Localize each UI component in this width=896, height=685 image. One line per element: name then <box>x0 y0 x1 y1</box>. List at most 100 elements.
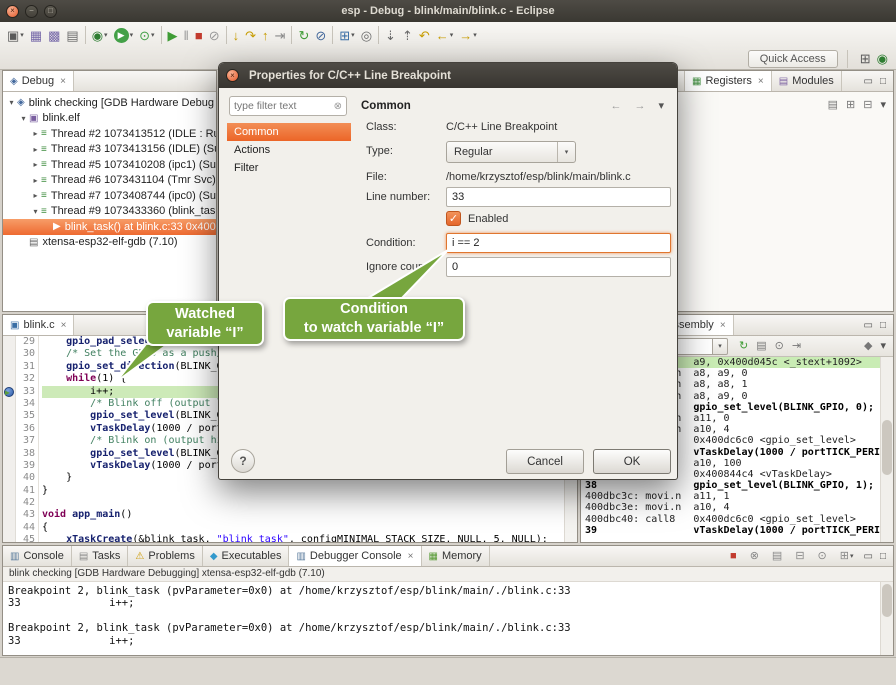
filter-input[interactable] <box>234 100 334 112</box>
refresh-button[interactable]: ↻ <box>736 336 751 356</box>
debug-tree-item[interactable]: ▸≡Thread #2 1073413512 (IDLE : Runn <box>3 126 216 142</box>
tree-expander-icon[interactable]: ▾ <box>6 98 17 107</box>
ignore-count-input[interactable] <box>446 257 671 277</box>
pin-console-button[interactable]: ⊙ <box>815 546 830 566</box>
tree-expander-icon[interactable]: ▸ <box>30 160 41 169</box>
tab-console[interactable]: ▥Console <box>3 546 72 566</box>
new-wizard-button[interactable]: ▣▾ <box>4 25 27 45</box>
step-into-button[interactable]: ↓ <box>230 25 243 45</box>
forward-button[interactable]: → <box>631 96 648 116</box>
tab-close-icon[interactable]: × <box>60 76 66 87</box>
debug-tree-item[interactable]: ▶blink_task() at blink.c:33 0x400db <box>3 219 216 235</box>
debug-tree-item[interactable]: ▾≡Thread #9 1073433360 (blink_task <box>3 204 216 220</box>
maximize-view-icon[interactable]: □ <box>880 551 886 562</box>
help-button[interactable]: ? <box>231 449 255 473</box>
previous-annotation-button[interactable]: ⇡ <box>399 25 416 45</box>
scroll-lock-button[interactable]: ⊟ <box>792 546 807 566</box>
dialog-close-button[interactable]: × <box>226 69 239 82</box>
step-return-button[interactable]: ↑ <box>259 25 272 45</box>
dialog-section-common[interactable]: Common <box>227 123 351 141</box>
clear-filter-icon[interactable]: ⊗ <box>334 101 342 112</box>
suspend-button[interactable]: ‖ <box>181 25 192 45</box>
tab-memory[interactable]: ▦Memory <box>422 546 490 566</box>
disassembly-line[interactable]: 400dbc40: call8 0x400dc6c0 <gpio_set_lev… <box>585 514 880 525</box>
terminate-button[interactable]: ■ <box>192 25 206 45</box>
filter-field[interactable]: ⊗ <box>229 96 347 116</box>
restart-button[interactable]: ↻ <box>295 25 312 45</box>
tab-close-icon[interactable]: × <box>408 551 414 562</box>
cancel-button[interactable]: Cancel <box>506 449 584 474</box>
resume-button[interactable]: ▶ <box>165 25 181 45</box>
debug-perspective-button[interactable]: ◉ <box>874 49 891 69</box>
skip-all-breakpoints-button[interactable]: ⊘ <box>312 25 329 45</box>
breakpoint-margin[interactable]: ▶ <box>3 336 16 542</box>
external-tools-button[interactable]: ⊙▾ <box>136 25 157 45</box>
tree-expander-icon[interactable]: ▸ <box>30 129 41 138</box>
enabled-checkbox[interactable]: ✓ <box>446 211 461 226</box>
tree-expander-icon[interactable]: ▸ <box>30 145 41 154</box>
line-number-input[interactable] <box>446 187 671 207</box>
disassembly-line[interactable]: 400dbc3e: movi.n a10, 4 <box>585 502 880 513</box>
forward-button[interactable]: →▾ <box>456 25 480 45</box>
tab-close-icon[interactable]: × <box>61 320 67 331</box>
minimize-view-icon[interactable]: ▭ <box>864 551 873 562</box>
tab-close-icon[interactable]: × <box>758 76 764 87</box>
debug-tree-item[interactable]: ▾▣blink.elf <box>3 111 216 127</box>
back-button[interactable]: ← <box>607 96 624 116</box>
instruction-stepping-button[interactable]: ⇥ <box>272 25 289 45</box>
tab-modules[interactable]: ▤Modules <box>772 71 842 91</box>
show-source-button[interactable]: ▤ <box>753 336 769 356</box>
minimize-view-icon[interactable]: ▭ <box>864 320 873 331</box>
tree-expander-icon[interactable]: ▸ <box>30 176 41 185</box>
debug-button[interactable]: ◉▾ <box>89 25 111 45</box>
dialog-section-filter[interactable]: Filter <box>227 159 351 177</box>
save-button[interactable]: ▦ <box>27 25 45 45</box>
debug-tree-item[interactable]: ▸≡Thread #7 1073408744 (ipc0) (Susp <box>3 188 216 204</box>
code-line[interactable]: xTaskCreate(&blink_task, "blink_task", c… <box>42 534 564 542</box>
run-button[interactable]: ▶▾ <box>111 25 137 45</box>
tab-blink-c[interactable]: ▣blink.c× <box>3 315 74 335</box>
sync-active-context-button[interactable]: ⊙ <box>772 336 787 356</box>
location-dropdown-icon[interactable]: ▾ <box>713 338 728 355</box>
next-annotation-button[interactable]: ⇣ <box>382 25 399 45</box>
tab-close-icon[interactable]: × <box>720 320 726 331</box>
remove-launch-button[interactable]: ⊗ <box>747 546 762 566</box>
tree-expander-icon[interactable]: ▾ <box>30 207 41 216</box>
disassembly-source-line[interactable]: 38 gpio_set_level(BLINK_GPIO, 1); <box>585 480 880 491</box>
track-pc-button[interactable]: ⇥ <box>789 336 804 356</box>
maximize-view-icon[interactable]: □ <box>880 76 886 87</box>
debug-tree-item[interactable]: ▸≡Thread #3 1073413156 (IDLE) (Susp <box>3 142 216 158</box>
dialog-section-actions[interactable]: Actions <box>227 141 351 159</box>
console-scrollbar[interactable] <box>880 582 893 655</box>
lock-view-button[interactable]: ◆ <box>861 336 875 356</box>
new-c-cpp-button[interactable]: ⊞▾ <box>336 25 357 45</box>
step-over-button[interactable]: ↷ <box>242 25 259 45</box>
tab-debugger-console[interactable]: ▥Debugger Console× <box>289 546 421 566</box>
search-button[interactable]: ◎ <box>358 25 375 45</box>
ok-button[interactable]: OK <box>593 449 671 474</box>
scrollbar-thumb[interactable] <box>882 584 892 617</box>
tree-expander-icon[interactable]: ▸ <box>30 191 41 200</box>
tab-problems[interactable]: ⚠Problems <box>128 546 202 566</box>
clear-console-button[interactable]: ▤ <box>769 546 785 566</box>
disassembly-scrollbar[interactable] <box>880 357 893 542</box>
open-perspective-button[interactable]: ⊞ <box>857 49 874 69</box>
view-menu-button[interactable]: ▾ <box>655 96 667 116</box>
code-line[interactable]: } <box>42 485 564 497</box>
tab-executables[interactable]: ◆Executables <box>203 546 290 566</box>
type-select[interactable]: Regular ▾ <box>446 141 576 163</box>
debug-tree-item[interactable]: ▤xtensa-esp32-elf-gdb (7.10) <box>3 235 216 251</box>
last-edit-location-button[interactable]: ↶ <box>416 25 433 45</box>
add-register-group-button[interactable]: ⊞ <box>843 95 858 115</box>
quick-access-button[interactable]: Quick Access <box>748 50 838 68</box>
open-console-button[interactable]: ⊞▾ <box>837 546 857 566</box>
print-button[interactable]: ▤ <box>63 25 81 45</box>
code-line[interactable]: void app_main() <box>42 509 564 521</box>
view-layout-button[interactable]: ▤ <box>825 95 841 115</box>
minimize-view-icon[interactable]: ▭ <box>864 76 873 87</box>
code-line[interactable] <box>42 497 564 509</box>
tab-registers[interactable]: ▦Registers× <box>684 71 772 91</box>
view-menu-button[interactable]: ▾ <box>877 95 889 115</box>
back-button[interactable]: ←▾ <box>433 25 457 45</box>
condition-input[interactable] <box>446 233 671 253</box>
